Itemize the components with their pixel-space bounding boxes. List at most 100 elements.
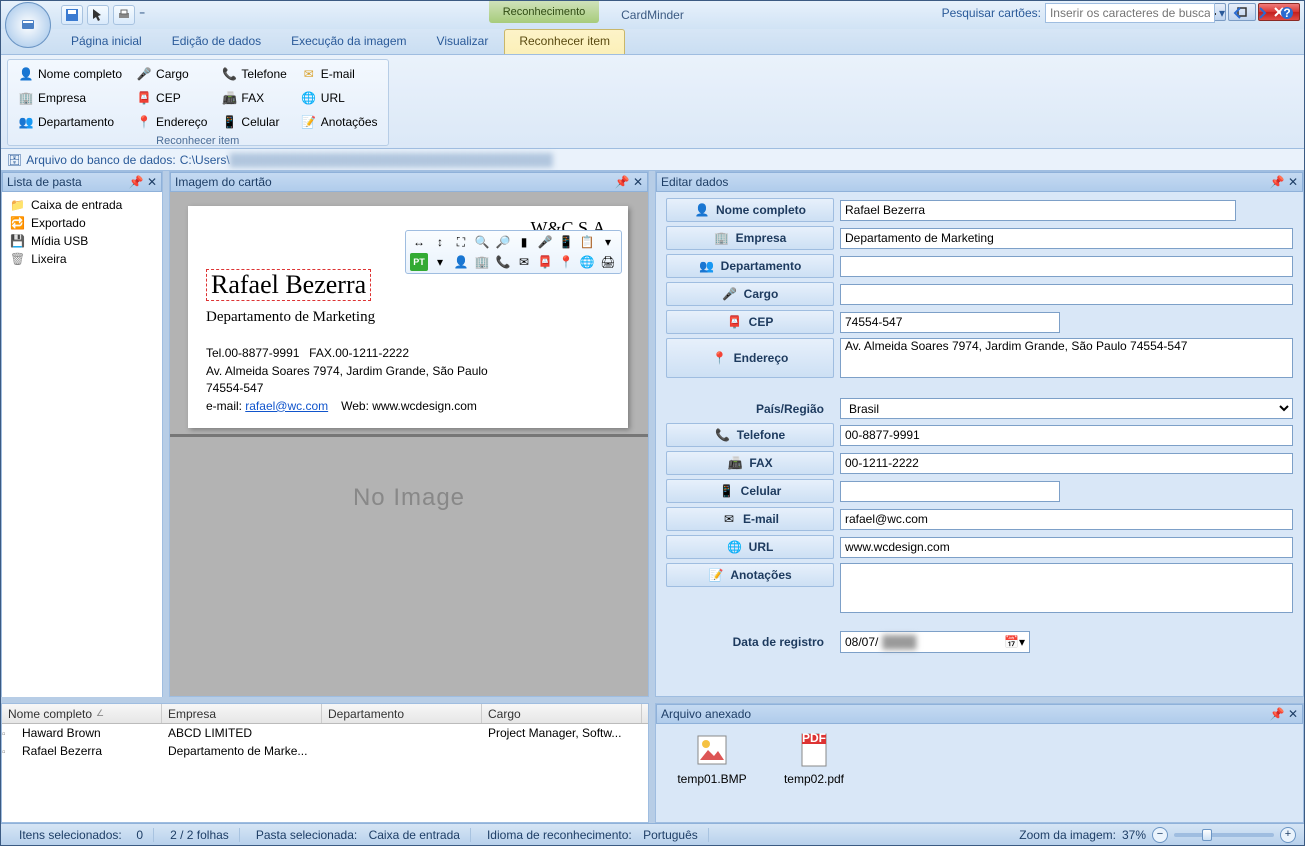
tab-execucao-da-imagem[interactable]: Execução da imagem: [277, 30, 420, 54]
table-col-header[interactable]: Nome completo∠: [2, 704, 162, 723]
settings-icon[interactable]: ▾: [599, 233, 617, 251]
zoom-in-button[interactable]: +: [1280, 827, 1296, 843]
table-row[interactable]: ▫Haward BrownABCD LIMITEDProject Manager…: [2, 724, 648, 742]
attachment-pdf[interactable]: PDFtemp02.pdf: [778, 732, 850, 814]
zoom-slider[interactable]: [1174, 833, 1274, 837]
ribbon-item-empresa[interactable]: 🏢Empresa: [14, 87, 126, 109]
label-cep[interactable]: 📮CEP: [666, 310, 834, 334]
search-prev-icon[interactable]: [1229, 3, 1249, 23]
pin-icon[interactable]: 📌: [1270, 175, 1284, 189]
ribbon-item-cargo[interactable]: 🎤Cargo: [132, 63, 211, 85]
label-telefone[interactable]: 📞Telefone: [666, 423, 834, 447]
building-icon[interactable]: 🏢: [473, 253, 491, 271]
zoom-in-icon[interactable]: 🔎: [494, 233, 512, 251]
input-cargo[interactable]: [840, 284, 1293, 305]
table-row[interactable]: ▫Rafael BezerraDepartamento de Marke...: [2, 742, 648, 760]
mobile-icon[interactable]: 📱: [557, 233, 575, 251]
close-pane-icon[interactable]: ✕: [1286, 707, 1300, 721]
dropdown-icon[interactable]: ▾: [431, 253, 449, 271]
input-celular[interactable]: [840, 481, 1060, 502]
input-anotacoes[interactable]: [840, 563, 1293, 613]
note-icon[interactable]: 📋: [578, 233, 596, 251]
input-nome-completo[interactable]: [840, 200, 1236, 221]
folder-item-lixeira[interactable]: 🗑Lixeira: [6, 250, 158, 268]
ribbon-item-telefone[interactable]: 📞Telefone: [217, 63, 290, 85]
post-icon[interactable]: 📮: [536, 253, 554, 271]
fit-page-icon[interactable]: ⛶: [452, 233, 470, 251]
ribbon-item-anota-es[interactable]: 📝Anotações: [297, 111, 382, 133]
input-empresa[interactable]: [840, 228, 1293, 249]
input-url[interactable]: [840, 537, 1293, 558]
folder-item-m-dia-usb[interactable]: 💾Mídia USB: [6, 232, 158, 250]
ribbon-item-e-mail[interactable]: ✉E-mail: [297, 63, 382, 85]
table-col-header[interactable]: Cargo: [482, 704, 642, 723]
tab-pagina-inicial[interactable]: Página inicial: [57, 30, 156, 54]
printer-icon[interactable]: 🖨: [599, 253, 617, 271]
close-pane-icon[interactable]: ✕: [631, 175, 645, 189]
label-endereco[interactable]: 📍Endereço: [666, 338, 834, 378]
zoom-out-button[interactable]: −: [1152, 827, 1168, 843]
input-cep[interactable]: [840, 312, 1060, 333]
lang-pt-icon[interactable]: PT: [410, 253, 428, 271]
label-celular[interactable]: 📱Celular: [666, 479, 834, 503]
phone-icon[interactable]: 📞: [494, 253, 512, 271]
ribbon-item-cep[interactable]: 📮CEP: [132, 87, 211, 109]
app-menu-button[interactable]: [5, 2, 51, 48]
card-name-selected[interactable]: Rafael Bezerra: [206, 269, 371, 301]
close-pane-icon[interactable]: ✕: [145, 175, 159, 189]
globe-icon[interactable]: 🌐: [578, 253, 596, 271]
input-data-registro[interactable]: 08/07/████ 📅▾: [840, 631, 1030, 653]
label-empresa[interactable]: 🏢Empresa: [666, 226, 834, 250]
ribbon-item-celular[interactable]: 📱Celular: [217, 111, 290, 133]
ribbon-item-departamento[interactable]: 👥Departamento: [14, 111, 126, 133]
search-dropdown-icon[interactable]: ▾: [1219, 6, 1225, 20]
table-col-header[interactable]: Empresa: [162, 704, 322, 723]
pin-location-icon[interactable]: 📍: [557, 253, 575, 271]
zoom-out-icon[interactable]: 🔍: [473, 233, 491, 251]
label-fax[interactable]: 📠FAX: [666, 451, 834, 475]
attachment-bmp[interactable]: temp01.BMP: [676, 732, 748, 814]
search-input[interactable]: [1045, 3, 1215, 23]
fit-height-icon[interactable]: ↕: [431, 233, 449, 251]
ribbon-item-nome-completo[interactable]: 👤Nome completo: [14, 63, 126, 85]
label-anotacoes[interactable]: 📝Anotações: [666, 563, 834, 587]
ribbon-item-endere-o[interactable]: 📍Endereço: [132, 111, 211, 133]
ribbon-item-fax[interactable]: 📠FAX: [217, 87, 290, 109]
input-fax[interactable]: [840, 453, 1293, 474]
search-next-icon[interactable]: [1253, 3, 1273, 23]
mic-icon[interactable]: 🎤: [536, 233, 554, 251]
close-pane-icon[interactable]: ✕: [1286, 175, 1300, 189]
ribbon-item-url[interactable]: 🌐URL: [297, 87, 382, 109]
table-col-header[interactable]: Departamento: [322, 704, 482, 723]
zoom-thumb[interactable]: [1202, 829, 1212, 841]
person-icon[interactable]: 👤: [452, 253, 470, 271]
label-cargo[interactable]: 🎤Cargo: [666, 282, 834, 306]
qat-save-icon[interactable]: [61, 5, 83, 25]
folder-item-exportado[interactable]: 🔁Exportado: [6, 214, 158, 232]
label-url[interactable]: 🌐URL: [666, 535, 834, 559]
card-email-link[interactable]: rafael@wc.com: [245, 399, 328, 413]
fit-width-icon[interactable]: ↔: [410, 233, 428, 251]
input-telefone[interactable]: [840, 425, 1293, 446]
pin-icon[interactable]: 📌: [615, 175, 629, 189]
input-departamento[interactable]: [840, 256, 1293, 277]
tab-reconhecer-item[interactable]: Reconhecer item: [504, 29, 625, 54]
qat-dropdown-icon[interactable]: ⁼: [139, 8, 145, 22]
label-departamento[interactable]: 👥Departamento: [666, 254, 834, 278]
pin-icon[interactable]: 📌: [1270, 707, 1284, 721]
tab-edicao-de-dados[interactable]: Edição de dados: [158, 30, 275, 54]
input-email[interactable]: [840, 509, 1293, 530]
image-body[interactable]: W&C S.A. Rafael Bezerra Departamento de …: [170, 192, 648, 696]
calendar-dropdown-icon[interactable]: 📅▾: [1004, 635, 1025, 649]
mail-icon[interactable]: ✉: [515, 253, 533, 271]
select-pais[interactable]: Brasil: [840, 398, 1293, 419]
qat-print-icon[interactable]: [113, 5, 135, 25]
pin-icon[interactable]: 📌: [129, 175, 143, 189]
label-nome-completo[interactable]: 👤Nome completo: [666, 198, 834, 222]
label-email[interactable]: ✉E-mail: [666, 507, 834, 531]
folder-item-caixa-de-entrada[interactable]: 📁Caixa de entrada: [6, 196, 158, 214]
help-icon[interactable]: ?: [1277, 3, 1297, 23]
table-hscroll[interactable]: [2, 804, 648, 822]
card-front-icon[interactable]: ▮: [515, 233, 533, 251]
tab-visualizar[interactable]: Visualizar: [423, 30, 503, 54]
